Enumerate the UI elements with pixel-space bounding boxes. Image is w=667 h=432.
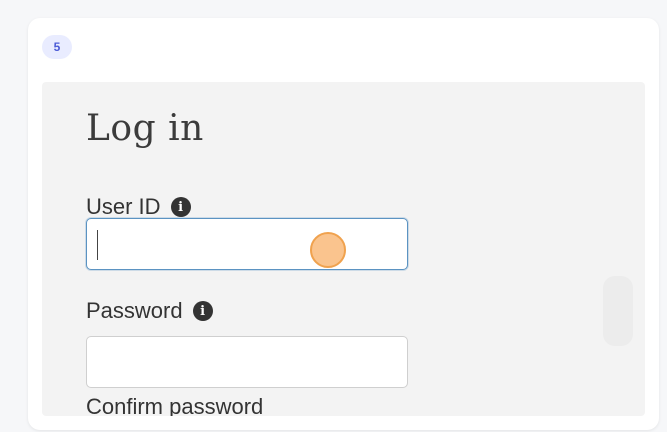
page-title: Log in <box>86 108 204 149</box>
password-label: Password <box>86 298 183 323</box>
scroll-handle[interactable] <box>603 276 633 346</box>
user-id-input[interactable] <box>86 218 408 270</box>
click-indicator <box>310 232 346 268</box>
password-label-row: Password i <box>86 298 213 324</box>
user-id-label: User ID <box>86 194 161 219</box>
login-panel: Log in User ID i Password i Confirm pass… <box>42 82 645 416</box>
step-number-badge: 5 <box>42 35 72 59</box>
info-icon[interactable]: i <box>170 197 191 217</box>
step-card: 5 Log in User ID i Password i Confirm pa… <box>28 18 659 430</box>
password-input[interactable] <box>86 336 408 388</box>
user-id-label-row: User ID i <box>86 194 191 220</box>
text-caret <box>97 230 98 260</box>
info-icon[interactable]: i <box>192 301 213 321</box>
confirm-password-label: Confirm password <box>86 394 264 416</box>
